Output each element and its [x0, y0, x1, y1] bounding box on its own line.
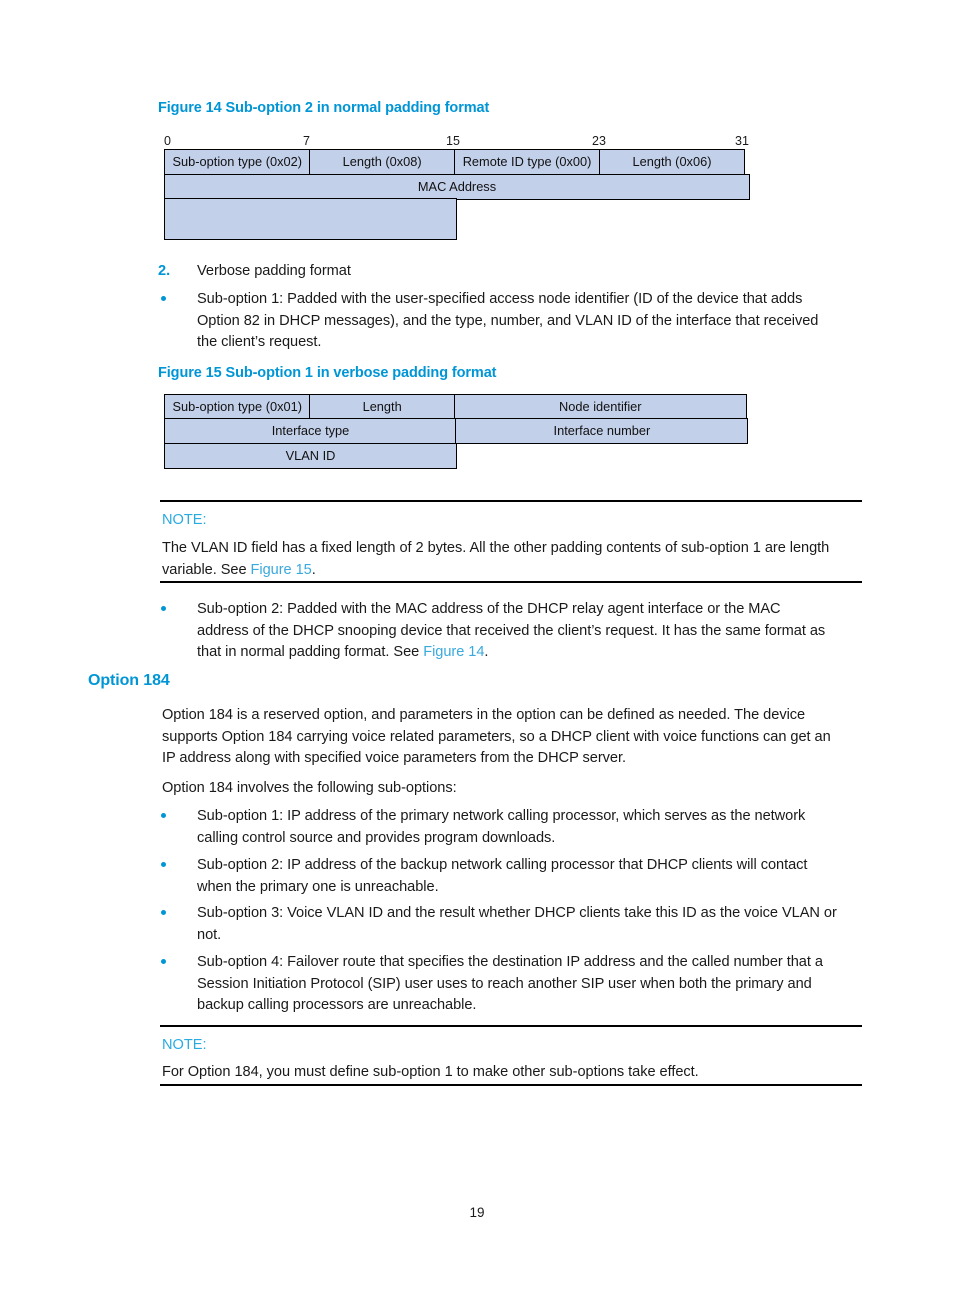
field-interface-type: Interface type [164, 418, 457, 445]
field-vlan-id: VLAN ID [164, 442, 457, 469]
list-number-2: 2. [158, 263, 171, 279]
option-184-suboption-2: Sub-option 2: IP address of the backup n… [197, 855, 887, 898]
option-184-intro-paragraph: Option 184 is a reserved option, and par… [162, 705, 868, 770]
bullet-icon [161, 296, 166, 301]
option-184-suboption-1: Sub-option 1: IP address of the primary … [197, 806, 887, 849]
field-length: Length [308, 394, 456, 420]
paragraph-line: Sub-option 3: Voice VLAN ID and the resu… [197, 905, 837, 921]
paragraph-line: Sub-option 4: Failover route that specif… [197, 954, 823, 970]
page-number: 19 [469, 1205, 485, 1220]
field-mac-address-continued [164, 198, 457, 241]
note-text-before: variable. See [162, 561, 251, 578]
paragraph-line: calling control source and provides prog… [197, 829, 556, 846]
bullet-icon [161, 910, 166, 915]
field-mac-address: MAC Address [164, 173, 750, 200]
bullet-icon [161, 959, 166, 964]
paragraph-line: supports Option 184 carrying voice relat… [162, 728, 831, 745]
paragraph-line: Sub-option 2: Padded with the MAC addres… [197, 601, 781, 617]
verbose-padding-title: Verbose padding format [197, 263, 351, 279]
note-line: The VLAN ID field has a fixed length of … [162, 540, 830, 556]
field-remote-id-type: Remote ID type (0x00) [453, 149, 601, 176]
paragraph-line: Option 184 is a reserved option, and par… [162, 707, 806, 723]
field-node-identifier: Node identifier [453, 394, 747, 420]
note-2-top-rule [160, 1025, 862, 1027]
note-line: For Option 184, you must define sub-opti… [162, 1064, 699, 1080]
note-1-label: NOTE: [162, 512, 207, 528]
field-sub-option-type-01: Sub-option type (0x01) [164, 394, 311, 420]
figure-14-crossref-link[interactable]: Figure 14 [423, 644, 484, 660]
bit-tick-7: 7 [303, 134, 310, 148]
document-page: Figure 14 Sub-option 2 in normal padding… [0, 0, 954, 1296]
bit-tick-23: 23 [592, 134, 606, 148]
option-184-suboption-3: Sub-option 3: Voice VLAN ID and the resu… [197, 903, 897, 946]
paragraph-text-after: . [484, 644, 489, 660]
paragraph-line: that in normal padding format. See Figur… [197, 642, 887, 664]
figure-15-row-1: Sub-option type (0x01) Length Node ident… [164, 394, 750, 420]
paragraph-line: Session Initiation Protocol (SIP) user u… [197, 975, 812, 992]
figure-14-row-1: Sub-option type (0x02) Length (0x08) Rem… [164, 149, 750, 176]
figure-15-row-2: Interface type Interface number [164, 418, 750, 445]
paragraph-line: Sub-option 2: IP address of the backup n… [197, 857, 808, 873]
figure-14-row-3 [164, 198, 750, 241]
note-1-body: The VLAN ID field has a fixed length of … [162, 538, 867, 581]
bullet-icon [161, 606, 166, 611]
bit-tick-31: 31 [735, 134, 749, 148]
section-heading-option-184: Option 184 [88, 672, 170, 689]
paragraph-line: Option 82 in DHCP messages), and the typ… [197, 312, 819, 329]
figure-15-crossref-link[interactable]: Figure 15 [251, 562, 312, 578]
bullet-icon [161, 813, 166, 818]
note-1-bottom-rule [160, 581, 862, 583]
paragraph-line: address of the DHCP snooping device that… [197, 622, 826, 639]
suboption-1-verbose-paragraph: Sub-option 1: Padded with the user-speci… [197, 289, 877, 354]
bullet-icon [161, 862, 166, 867]
option-184-sub-options-lead-in: Option 184 involves the following sub-op… [162, 780, 457, 796]
figure-15-caption: Figure 15 Sub-option 1 in verbose paddin… [158, 365, 497, 381]
paragraph-line: Sub-option 1: Padded with the user-speci… [197, 291, 803, 307]
figure-15-row-3: VLAN ID [164, 442, 750, 469]
figure-14-bit-ruler: 0 7 15 23 31 [164, 134, 750, 151]
suboption-2-verbose-paragraph: Sub-option 2: Padded with the MAC addres… [197, 599, 887, 664]
paragraph-line: IP address along with specified voice pa… [162, 750, 626, 766]
field-interface-number: Interface number [455, 418, 749, 445]
note-2-bottom-rule [160, 1084, 862, 1086]
field-sub-option-type: Sub-option type (0x02) [164, 149, 311, 176]
note-text-after: . [311, 561, 316, 578]
paragraph-line: when the primary one is unreachable. [197, 878, 439, 895]
note-2-label: NOTE: [162, 1037, 207, 1053]
bit-tick-15: 15 [446, 134, 460, 148]
figure-14-diagram: 0 7 15 23 31 Sub-option type (0x02) Leng… [164, 134, 750, 241]
figure-15-diagram: Sub-option type (0x01) Length Node ident… [164, 394, 750, 469]
field-length-08: Length (0x08) [308, 149, 456, 176]
option-184-suboption-4: Sub-option 4: Failover route that specif… [197, 952, 887, 1017]
paragraph-line: backup calling processors are unreachabl… [197, 997, 477, 1013]
note-1-top-rule [160, 500, 862, 502]
paragraph-line: Sub-option 1: IP address of the primary … [197, 808, 806, 824]
note-line: variable. See Figure 15. [162, 560, 867, 582]
figure-14-caption: Figure 14 Sub-option 2 in normal padding… [158, 100, 490, 116]
figure-14-row-2: MAC Address [164, 173, 750, 200]
paragraph-line: the client’s request. [197, 334, 322, 350]
paragraph-text-before: that in normal padding format. See [197, 644, 424, 660]
note-2-body: For Option 184, you must define sub-opti… [162, 1062, 867, 1084]
paragraph-line: not. [197, 926, 222, 943]
field-length-06: Length (0x06) [598, 149, 746, 176]
bit-tick-0: 0 [164, 134, 171, 148]
